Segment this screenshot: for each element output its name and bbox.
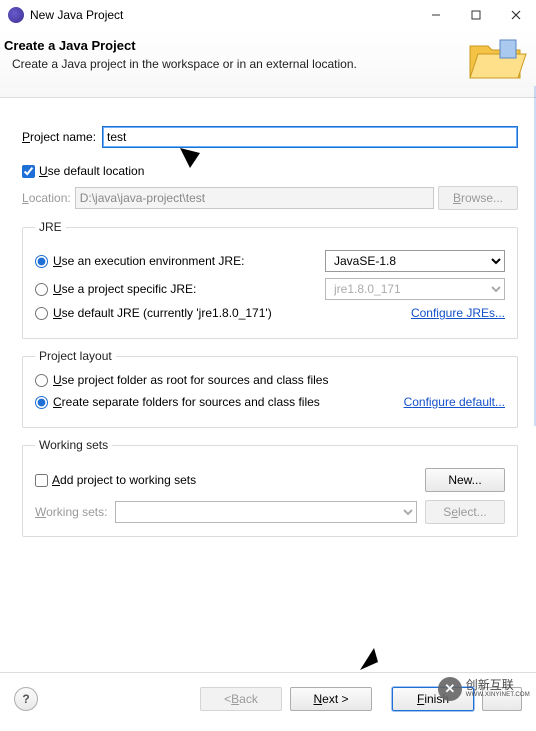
jre-env-row: Use an execution environment JRE: JavaSE… bbox=[35, 250, 505, 272]
close-button[interactable] bbox=[496, 1, 536, 29]
layout-root-radio[interactable]: Use project folder as root for sources a… bbox=[35, 373, 328, 387]
working-sets-select[interactable] bbox=[115, 501, 417, 523]
jre-env-select[interactable]: JavaSE-1.8 bbox=[325, 250, 505, 272]
configure-jres-link[interactable]: Configure JREs... bbox=[411, 306, 505, 320]
select-working-set-button[interactable]: Select... bbox=[425, 500, 505, 524]
wizard-content: Project name: Use default location Locat… bbox=[0, 98, 536, 551]
app-icon bbox=[8, 7, 24, 23]
jre-specific-select[interactable]: jre1.8.0_171 bbox=[325, 278, 505, 300]
wizard-header: Create a Java Project Create a Java proj… bbox=[0, 30, 536, 98]
working-sets-label: Working sets: bbox=[35, 505, 107, 519]
watermark-text: 创新互联 WWW.XINYINET.COM bbox=[466, 679, 530, 699]
layout-root-row: Use project folder as root for sources a… bbox=[35, 373, 505, 387]
working-sets-legend: Working sets bbox=[35, 438, 112, 452]
back-button[interactable]: < Back bbox=[200, 687, 282, 711]
location-label: Location: bbox=[22, 191, 71, 205]
folder-icon bbox=[464, 34, 528, 82]
project-layout-legend: Project layout bbox=[35, 349, 116, 363]
jre-specific-row: Use a project specific JRE: jre1.8.0_171 bbox=[35, 278, 505, 300]
add-working-sets-row: Add project to working sets New... bbox=[35, 468, 505, 492]
wizard-subtitle: Create a Java project in the workspace o… bbox=[12, 57, 524, 71]
jre-default-row: Use default JRE (currently 'jre1.8.0_171… bbox=[35, 306, 505, 320]
project-layout-group: Project layout Use project folder as roo… bbox=[22, 349, 518, 428]
working-sets-group: Working sets Add project to working sets… bbox=[22, 438, 518, 537]
location-input[interactable] bbox=[75, 187, 434, 209]
browse-button[interactable]: Browse... bbox=[438, 186, 518, 210]
location-row: Location: Browse... bbox=[22, 186, 518, 210]
wizard-title: Create a Java Project bbox=[4, 38, 524, 53]
use-default-location-row: Use default location bbox=[22, 164, 518, 178]
watermark-logo-icon: ✕ bbox=[438, 677, 462, 701]
layout-separate-row: Create separate folders for sources and … bbox=[35, 395, 505, 409]
configure-default-link[interactable]: Configure default... bbox=[404, 395, 505, 409]
layout-separate-radio[interactable]: Create separate folders for sources and … bbox=[35, 395, 320, 409]
project-name-input[interactable] bbox=[102, 126, 518, 148]
new-working-set-button[interactable]: New... bbox=[425, 468, 505, 492]
jre-specific-radio[interactable]: Use a project specific JRE: bbox=[35, 282, 285, 296]
jre-legend: JRE bbox=[35, 220, 66, 234]
project-name-label: Project name: bbox=[22, 130, 96, 144]
minimize-button[interactable] bbox=[416, 1, 456, 29]
window-title: New Java Project bbox=[30, 8, 416, 22]
jre-default-radio[interactable]: Use default JRE (currently 'jre1.8.0_171… bbox=[35, 306, 285, 320]
title-bar: New Java Project bbox=[0, 0, 536, 30]
maximize-button[interactable] bbox=[456, 1, 496, 29]
add-working-sets-checkbox[interactable]: Add project to working sets bbox=[35, 473, 196, 487]
project-name-row: Project name: bbox=[22, 126, 518, 148]
use-default-location-checkbox[interactable]: Use default location bbox=[22, 164, 144, 178]
jre-group: JRE Use an execution environment JRE: Ja… bbox=[22, 220, 518, 339]
use-default-location-input[interactable] bbox=[22, 165, 35, 178]
watermark: ✕ 创新互联 WWW.XINYINET.COM bbox=[438, 677, 530, 701]
jre-env-radio[interactable]: Use an execution environment JRE: bbox=[35, 254, 285, 268]
next-button[interactable]: Next > bbox=[290, 687, 372, 711]
working-sets-select-row: Working sets: Select... bbox=[35, 500, 505, 524]
help-button[interactable]: ? bbox=[14, 687, 38, 711]
